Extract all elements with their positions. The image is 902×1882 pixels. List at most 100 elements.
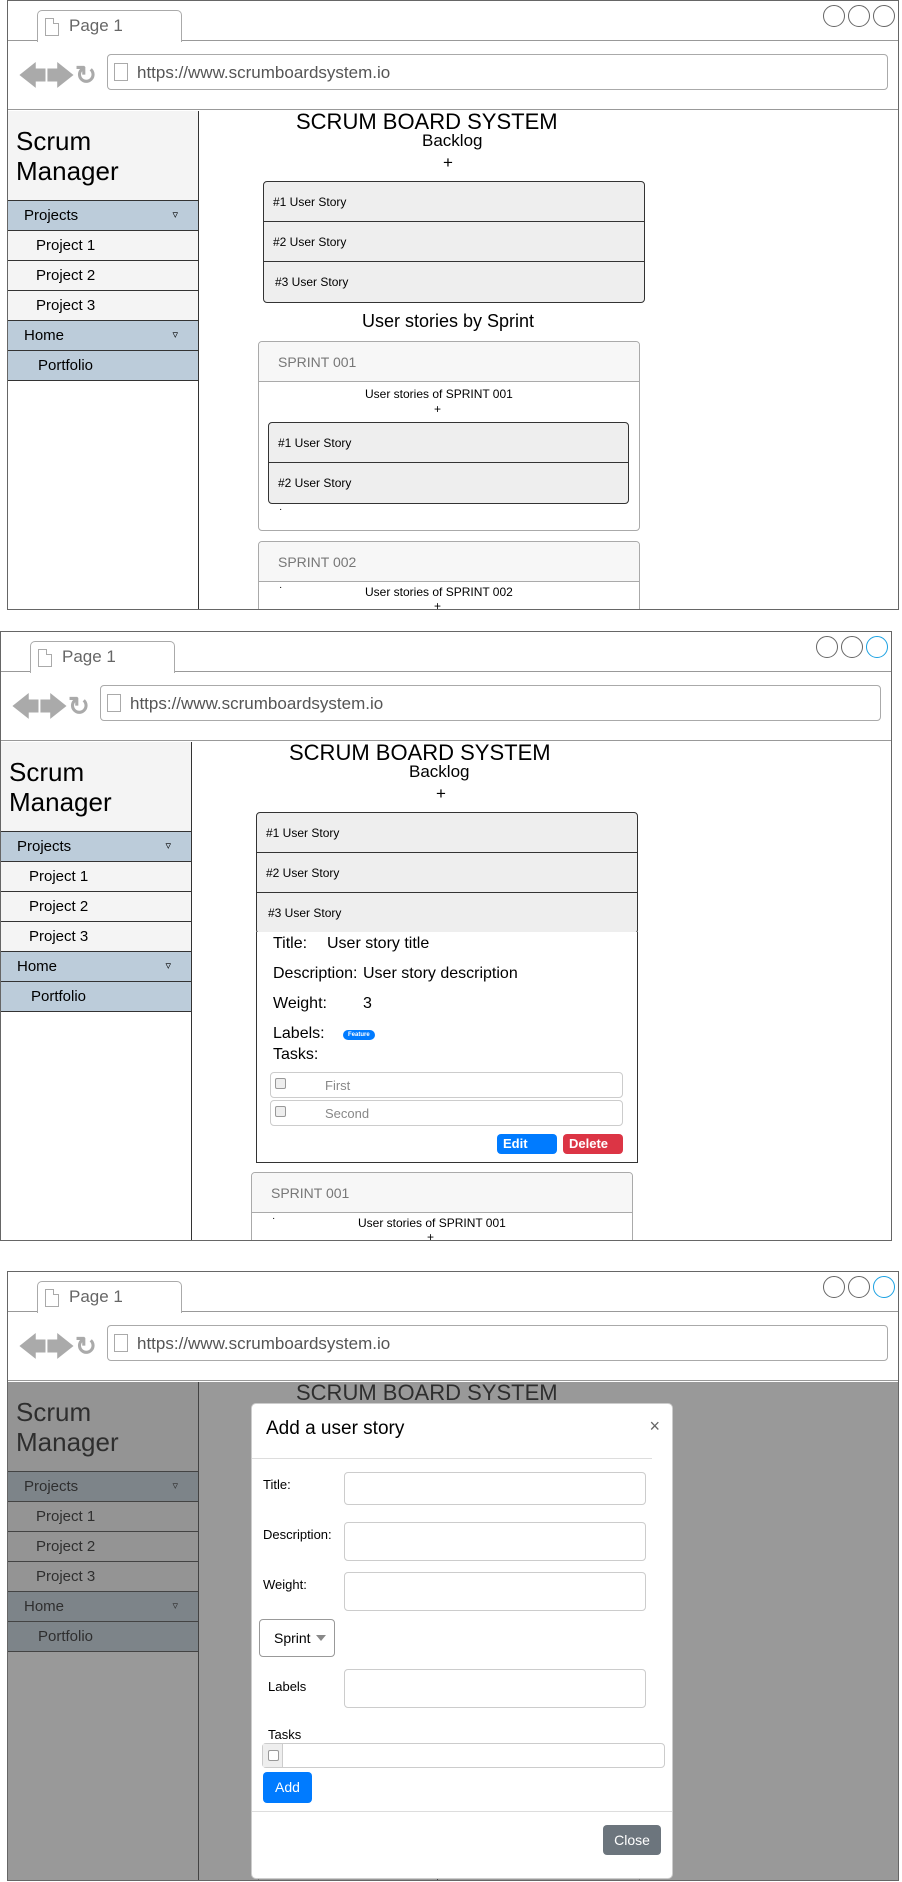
window-button-1[interactable] (823, 5, 845, 27)
sprint-select[interactable]: Sprint (259, 1619, 335, 1657)
sidebar: Scrum Manager Projects ▿ Project 1 Proje… (1, 742, 192, 1240)
sprint-subtitle: User stories of SPRINT 002 (365, 585, 513, 599)
story-item-selected[interactable]: #3 User Story (257, 893, 637, 933)
detail-description-label: Description: (273, 965, 358, 982)
add-sprint-story-button[interactable]: + (434, 402, 441, 416)
chevron-down-icon (316, 1635, 326, 1641)
page-icon (107, 694, 121, 712)
url-bar[interactable]: https://www.scrumboardsystem.io (107, 1325, 888, 1361)
detail-description-value: User story description (363, 965, 518, 982)
url-bar[interactable]: https://www.scrumboardsystem.io (107, 54, 888, 90)
task-item: Second (270, 1100, 623, 1126)
weight-field[interactable] (344, 1572, 646, 1611)
reload-icon[interactable]: ↻ (75, 1332, 97, 1360)
edit-button[interactable]: Edit (497, 1134, 557, 1154)
sprint-card: SPRINT 001 User stories of SPRINT 001 + … (258, 341, 640, 531)
labels-field[interactable] (344, 1669, 646, 1708)
story-item[interactable]: #2 User Story (269, 463, 628, 503)
sidebar-item-projects[interactable]: Projects ▿ (8, 201, 198, 231)
url-text: https://www.scrumboardsystem.io (137, 1334, 391, 1353)
url-bar[interactable]: https://www.scrumboardsystem.io (100, 685, 881, 721)
sidebar-item-project-3[interactable]: Project 3 (8, 291, 198, 321)
weight-field-label: Weight: (263, 1577, 307, 1592)
sidebar-item-label: Home (17, 958, 58, 975)
sidebar-item-project-3[interactable]: Project 3 (1, 922, 191, 952)
window-button-3[interactable] (873, 1276, 895, 1298)
task-checkbox[interactable] (263, 1744, 283, 1767)
sidebar-item-portfolio[interactable]: Portfolio (1, 982, 191, 1012)
description-field[interactable] (344, 1522, 646, 1561)
back-arrow-icon[interactable]: 🡄 (11, 693, 40, 721)
story-item[interactable]: #1 User Story (264, 182, 644, 222)
add-backlog-story-button[interactable]: + (436, 784, 446, 804)
window-button-1[interactable] (816, 636, 838, 658)
tab-strip: Page 1 (8, 1, 898, 42)
window-button-2[interactable] (848, 1276, 870, 1298)
forward-arrow-icon[interactable]: 🡆 (46, 62, 75, 90)
sidebar-item-project-1[interactable]: Project 1 (1, 862, 191, 892)
sidebar-item-project-1[interactable]: Project 1 (8, 231, 198, 261)
brand-line-1: Scrum (16, 126, 92, 156)
window-button-2[interactable] (848, 5, 870, 27)
reload-icon[interactable]: ↻ (75, 61, 97, 89)
sidebar-item-project-2[interactable]: Project 2 (1, 892, 191, 922)
task-checkbox[interactable] (275, 1106, 286, 1117)
browser-tab[interactable]: Page 1 (30, 641, 175, 673)
window-button-3[interactable] (866, 636, 888, 658)
story-item[interactable]: #2 User Story (264, 222, 644, 262)
task-text: First (325, 1078, 351, 1093)
brand-line-2: Manager (16, 156, 119, 186)
forward-arrow-icon[interactable]: 🡆 (46, 1333, 75, 1361)
sidebar-item-home[interactable]: Home ▿ (8, 321, 198, 351)
sidebar-item-label: Projects (24, 207, 79, 224)
story-detail-panel: Title: User story title Description: Use… (256, 932, 638, 1163)
main-content: SCRUM BOARD SYSTEM Backlog + #1 User Sto… (199, 111, 898, 609)
caret-down-icon: ▿ (165, 960, 171, 972)
page-icon (114, 63, 128, 81)
browser-tab[interactable]: Page 1 (37, 1281, 182, 1313)
backlog-heading: Backlog (422, 131, 483, 150)
sidebar-item-home[interactable]: Home ▿ (1, 952, 191, 982)
divider (252, 1811, 672, 1812)
reload-icon[interactable]: ↻ (68, 692, 90, 720)
sidebar-item-projects[interactable]: Projects ▿ (1, 832, 191, 862)
story-item[interactable]: #3 User Story (264, 262, 644, 302)
page-icon (38, 649, 52, 667)
close-button[interactable]: Close (603, 1825, 661, 1855)
backlog-heading: Backlog (409, 762, 470, 781)
window-button-3[interactable] (873, 5, 895, 27)
story-item[interactable]: #1 User Story (257, 813, 637, 853)
description-field-label: Description: (263, 1527, 332, 1542)
add-button[interactable]: Add (263, 1772, 312, 1803)
title-field[interactable] (344, 1472, 646, 1505)
window-button-2[interactable] (841, 636, 863, 658)
task-input-group[interactable] (262, 1743, 665, 1768)
sprint-title: SPRINT 001 (252, 1173, 632, 1213)
sidebar-item-project-2[interactable]: Project 2 (8, 261, 198, 291)
page-icon (114, 1334, 128, 1352)
window-button-1[interactable] (823, 1276, 845, 1298)
sprint-title: SPRINT 002 (259, 542, 639, 582)
sprint-card: SPRINT 002 · User stories of SPRINT 002 … (258, 541, 640, 609)
detail-weight-value: 3 (363, 995, 372, 1012)
divider (252, 1458, 652, 1459)
delete-button[interactable]: Delete (563, 1134, 623, 1154)
sidebar-item-portfolio[interactable]: Portfolio (8, 351, 198, 381)
tab-label: Page 1 (62, 647, 116, 666)
forward-arrow-icon[interactable]: 🡆 (39, 693, 68, 721)
back-arrow-icon[interactable]: 🡄 (18, 62, 47, 90)
browser-tab[interactable]: Page 1 (37, 10, 182, 42)
main-content: SCRUM BOARD SYSTEM Backlog + #1 User Sto… (192, 742, 891, 1240)
close-icon[interactable]: × (649, 1416, 660, 1437)
caret-down-icon: ▿ (172, 209, 178, 221)
add-backlog-story-button[interactable]: + (443, 153, 453, 173)
task-checkbox[interactable] (275, 1078, 286, 1089)
task-item: First (270, 1072, 623, 1098)
add-sprint-story-button[interactable]: + (427, 1230, 434, 1240)
back-arrow-icon[interactable]: 🡄 (18, 1333, 47, 1361)
brand-line-2: Manager (9, 787, 112, 817)
story-item[interactable]: #1 User Story (269, 423, 628, 463)
detail-title-value: User story title (327, 935, 430, 952)
story-item[interactable]: #2 User Story (257, 853, 637, 893)
add-sprint-story-button[interactable]: + (434, 599, 441, 609)
